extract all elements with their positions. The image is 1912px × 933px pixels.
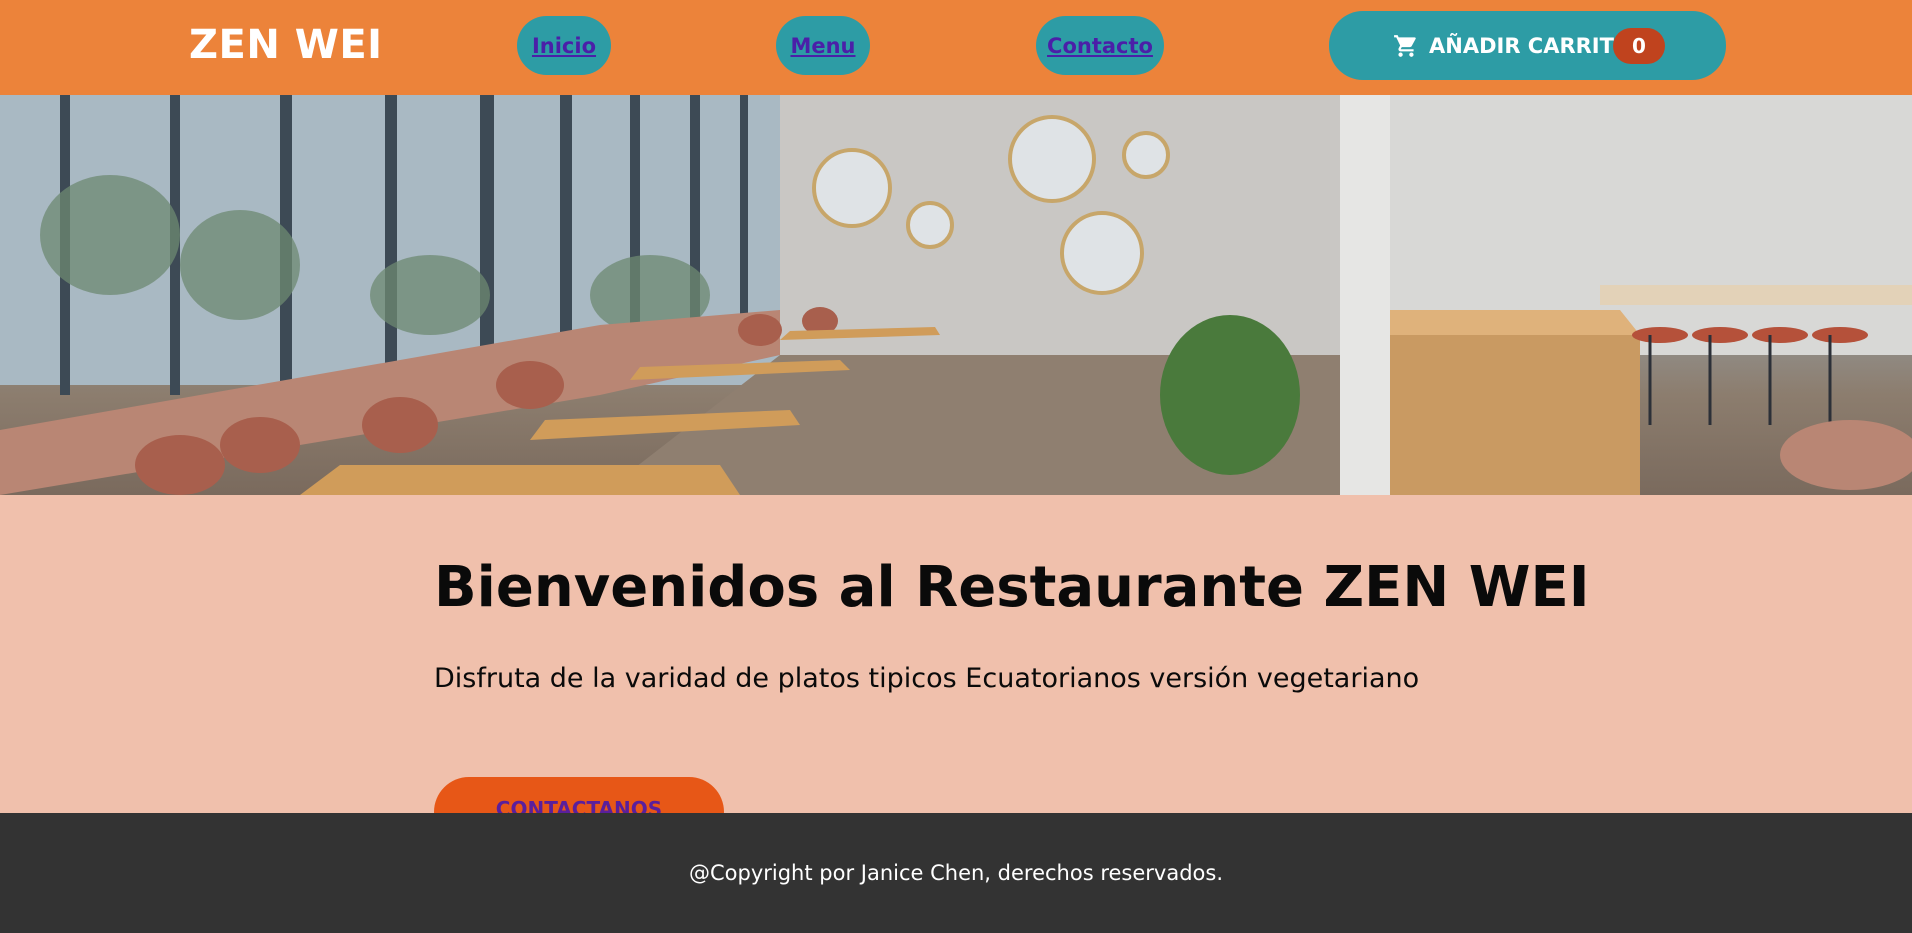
nav-menu-link[interactable]: Menu [776,16,870,75]
nav-contacto-link[interactable]: Contacto [1036,16,1164,75]
site-footer: @Copyright por Janice Chen, derechos res… [0,813,1912,933]
cart-label: AÑADIR CARRITO [1429,33,1632,58]
cart-icon [1394,34,1416,57]
cart-count-badge: 0 [1613,28,1665,64]
copyright-text: @Copyright por Janice Chen, derechos res… [688,861,1223,885]
brand-logo[interactable]: ZEN WEI [189,22,383,68]
hero-image-restaurant [0,95,1912,495]
add-to-cart-button[interactable]: AÑADIR CARRITO 0 [1329,11,1726,80]
nav-inicio-link[interactable]: Inicio [517,16,611,75]
page-subtitle: Disfruta de la varidad de platos tipicos… [434,663,1420,694]
welcome-section: Bienvenidos al Restaurante ZEN WEI Disfr… [0,495,1912,847]
restaurant-interior-illustration [0,95,1912,495]
site-header: ZEN WEI Inicio Menu Contacto AÑADIR CARR… [0,0,1912,95]
page-title: Bienvenidos al Restaurante ZEN WEI [434,555,1590,620]
